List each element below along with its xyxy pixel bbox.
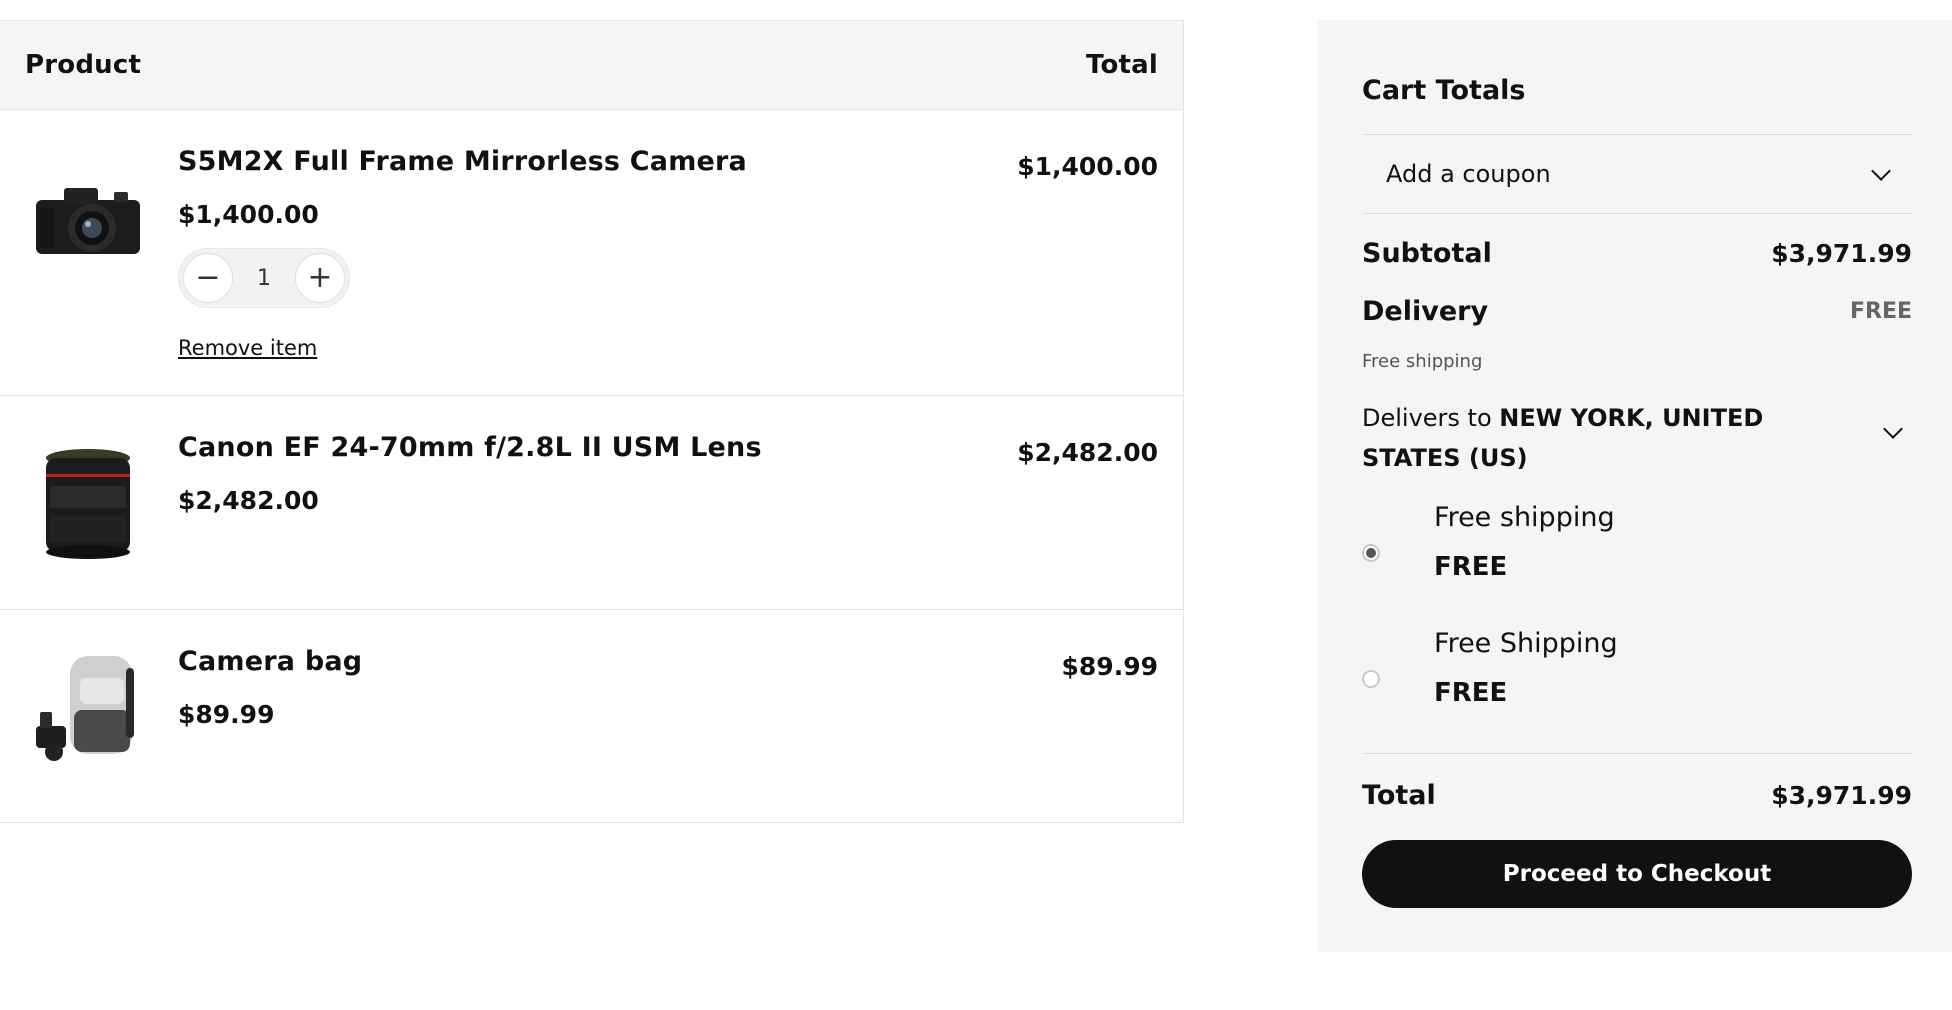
remove-item-link[interactable]: Remove item xyxy=(178,336,317,360)
shipping-option[interactable]: Free shipping FREE xyxy=(1362,502,1912,612)
header-product: Product xyxy=(25,50,142,80)
chevron-down-icon xyxy=(1883,419,1903,439)
item-name[interactable]: Camera bag xyxy=(178,646,362,677)
item-price: $2,482.00 xyxy=(178,486,319,515)
item-total: $89.99 xyxy=(1061,652,1158,681)
divider xyxy=(1362,213,1912,214)
quantity-value[interactable]: 1 xyxy=(257,266,271,291)
shipping-option-price: FREE xyxy=(1434,678,1508,708)
increase-quantity-button[interactable]: + xyxy=(295,253,345,303)
camera-icon xyxy=(36,188,140,254)
total-line: Total $3,971.99 xyxy=(1362,780,1912,811)
header-total: Total xyxy=(1085,50,1158,80)
delivery-value: FREE xyxy=(1849,299,1912,324)
shipping-option-price: FREE xyxy=(1434,552,1508,582)
delivery-line: Delivery FREE xyxy=(1362,296,1912,327)
decrease-quantity-button[interactable]: − xyxy=(183,253,233,303)
coupon-label: Add a coupon xyxy=(1386,160,1551,188)
plus-icon: + xyxy=(307,260,333,295)
delivery-destination-toggle[interactable]: Delivers to NEW YORK, UNITED STATES (US) xyxy=(1362,398,1912,478)
checkout-button[interactable]: Proceed to Checkout xyxy=(1362,840,1912,908)
cart-totals-panel: Cart Totals Add a coupon Subtotal $3,971… xyxy=(1318,20,1952,952)
total-label: Total xyxy=(1362,780,1436,811)
item-name[interactable]: S5M2X Full Frame Mirrorless Camera xyxy=(178,146,747,177)
shipping-option[interactable]: Free Shipping FREE xyxy=(1362,628,1912,738)
cart-item-row: Camera bag $89.99 $89.99 xyxy=(0,610,1183,823)
subtotal-value: $3,971.99 xyxy=(1771,239,1912,268)
cart-item-row: S5M2X Full Frame Mirrorless Camera $1,40… xyxy=(0,110,1183,396)
item-price: $1,400.00 xyxy=(178,200,319,229)
shipping-option-name: Free shipping xyxy=(1434,502,1615,533)
minus-icon: − xyxy=(195,260,221,295)
cart-totals-title: Cart Totals xyxy=(1362,75,1526,106)
quantity-stepper: − 1 + xyxy=(178,248,350,308)
shipping-radio[interactable] xyxy=(1362,670,1380,688)
divider xyxy=(1362,753,1912,754)
delivers-to-prefix: Delivers to xyxy=(1362,404,1500,432)
backpack-icon xyxy=(36,656,134,761)
subtotal-line: Subtotal $3,971.99 xyxy=(1362,238,1912,269)
delivery-note: Free shipping xyxy=(1362,351,1483,372)
item-total: $2,482.00 xyxy=(1017,438,1158,467)
item-price: $89.99 xyxy=(178,700,275,729)
shipping-option-name: Free Shipping xyxy=(1434,628,1618,659)
subtotal-label: Subtotal xyxy=(1362,238,1492,269)
table-header: Product Total xyxy=(0,21,1183,110)
coupon-toggle[interactable]: Add a coupon xyxy=(1362,135,1912,213)
delivery-label: Delivery xyxy=(1362,296,1489,327)
shipping-radio[interactable] xyxy=(1362,544,1380,562)
item-total: $1,400.00 xyxy=(1017,152,1158,181)
cart-item-row: Canon EF 24-70mm f/2.8L II USM Lens $2,4… xyxy=(0,396,1183,610)
chevron-down-icon xyxy=(1871,161,1891,181)
total-value: $3,971.99 xyxy=(1771,781,1912,810)
item-name[interactable]: Canon EF 24-70mm f/2.8L II USM Lens xyxy=(178,432,762,463)
lens-icon xyxy=(46,449,130,559)
cart-table: Product Total S5M2X Full Frame Mirrorles… xyxy=(0,20,1184,823)
